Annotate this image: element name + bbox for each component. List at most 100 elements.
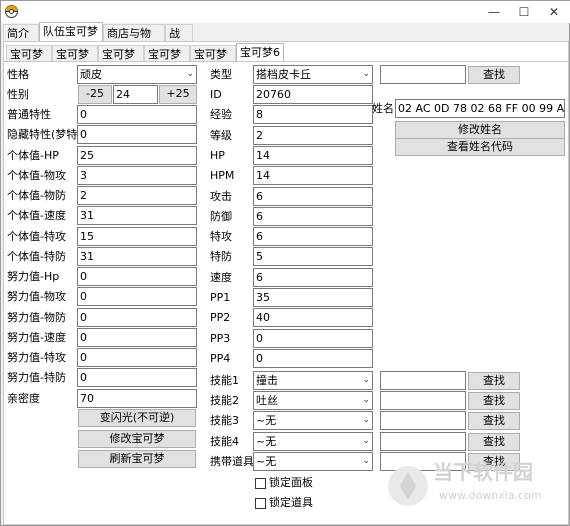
skill-select[interactable]: ~无 ⌄	[253, 411, 373, 430]
stat-value-field[interactable]: 0	[253, 349, 373, 368]
stat-value-field[interactable]: 35	[253, 288, 373, 307]
stat-value-field[interactable]: 0	[77, 267, 197, 286]
stat-value-field[interactable]: 14	[253, 146, 373, 165]
stat-value-field[interactable]: 14	[253, 166, 373, 185]
stat-label: 防御	[210, 210, 232, 223]
stat-value-field[interactable]: 6	[253, 227, 373, 246]
skill-search-field[interactable]	[380, 432, 466, 451]
skill-search-button[interactable]: 查找	[468, 433, 520, 451]
stat-value-field[interactable]: 6	[253, 207, 373, 226]
stat-value-field[interactable]: 25	[77, 146, 197, 165]
skill-select[interactable]: ~无 ⌄	[253, 432, 373, 451]
type-search-field[interactable]	[380, 65, 466, 84]
skill-search-field[interactable]	[380, 411, 466, 430]
stat-value-field[interactable]: 0	[77, 308, 197, 327]
refresh-pokemon-button[interactable]: 刷新宝可梦	[78, 450, 196, 468]
tab-shop-items[interactable]: 商店与物品	[103, 24, 165, 57]
stat-value-field[interactable]: 0	[77, 328, 197, 347]
chevron-down-icon: ⌄	[362, 415, 370, 425]
skill-search-button[interactable]: 查找	[468, 372, 520, 390]
stat-label: 特防	[210, 250, 232, 263]
skill-select-value: 撞击	[256, 374, 278, 387]
skill-search-field[interactable]	[380, 371, 466, 390]
lock-panel-checkbox[interactable]	[255, 478, 266, 489]
skill-select[interactable]: 撞击 ⌄	[253, 371, 373, 390]
lock-panel-label: 锁定面板	[269, 476, 313, 489]
tab-party-pokemon[interactable]: 队伍宝可梦	[39, 22, 103, 42]
stat-value-field[interactable]: 0	[77, 348, 197, 367]
skill-search-button[interactable]: 查找	[468, 392, 520, 410]
skill-label: 技能1	[210, 374, 239, 387]
stat-value-field[interactable]: 31	[77, 247, 197, 266]
stat-value-field[interactable]: 2	[77, 186, 197, 205]
watermark-text: 当下软件园	[433, 460, 533, 484]
stat-label: 努力值-速度	[7, 331, 66, 344]
stat-value-field[interactable]: 20760	[253, 85, 373, 104]
stat-value-field[interactable]: 0	[77, 287, 197, 306]
stat-value-field[interactable]: 8	[253, 105, 373, 124]
stat-value-field[interactable]: 3	[77, 166, 197, 185]
name-hex-field[interactable]: 02 AC 0D 78 02 68 FF 00 99 AC	[395, 99, 565, 118]
stat-label: ID	[210, 88, 222, 101]
stat-value-field[interactable]: 6	[253, 268, 373, 287]
stat-value-field[interactable]: 0	[77, 368, 197, 387]
gender-plus-button[interactable]: +25	[159, 85, 197, 104]
view-name-code-button[interactable]: 查看姓名代码	[395, 138, 565, 156]
make-shiny-button[interactable]: 变闪光(不可逆)	[78, 409, 196, 427]
stat-value-field[interactable]: 0	[77, 125, 197, 144]
tab-battle[interactable]: 战斗	[165, 24, 193, 57]
type-label: 类型	[210, 68, 232, 81]
lock-item-checkbox[interactable]	[255, 498, 266, 509]
stat-label: 努力值-物攻	[7, 290, 66, 303]
stat-label: 个体值-速度	[7, 209, 66, 222]
stat-label: 隐藏特性(梦特)	[7, 128, 82, 141]
skill-select[interactable]: ~无 ⌄	[253, 452, 373, 471]
skill-search-field[interactable]	[380, 391, 466, 410]
stat-label: 个体值-特攻	[7, 230, 66, 243]
stat-label: HP	[210, 149, 225, 162]
pokeball-app-icon	[5, 5, 18, 18]
stat-value-field[interactable]: 31	[77, 206, 197, 225]
skill-select[interactable]: 吐丝 ⌄	[253, 391, 373, 410]
stat-value-field[interactable]: 0	[253, 329, 373, 348]
stat-label: 努力值-物防	[7, 311, 66, 324]
stat-label: 普通特性	[7, 108, 51, 121]
close-button[interactable]: ✕	[539, 1, 569, 23]
type-select[interactable]: 搭档皮卡丘 ⌄	[253, 65, 373, 84]
stat-label: PP4	[210, 352, 231, 365]
lock-item-label: 锁定道具	[269, 496, 313, 509]
skill-label: 携带道具	[210, 455, 254, 468]
chevron-down-icon: ⌄	[362, 456, 370, 466]
stat-value-field[interactable]: 40	[253, 308, 373, 327]
app-window: — ☐ ✕ 简介 队伍宝可梦 商店与物品 战斗 宝可梦1 宝可梦2 宝可梦3 宝…	[0, 0, 570, 526]
name-label: 姓名	[372, 102, 394, 115]
skill-search-button[interactable]: 查找	[468, 412, 520, 430]
nature-select[interactable]: 顽皮 ⌄	[77, 65, 197, 84]
stat-value-field[interactable]: 5	[253, 247, 373, 266]
gender-value-field[interactable]: 24	[113, 85, 158, 104]
modify-pokemon-button[interactable]: 修改宝可梦	[78, 430, 196, 448]
chevron-down-icon: ⌄	[362, 69, 370, 79]
stat-label: 经验	[210, 108, 232, 121]
maximize-button[interactable]: ☐	[509, 1, 539, 23]
gender-minus-button[interactable]: -25	[78, 85, 112, 104]
skill-select-value: 吐丝	[256, 394, 278, 407]
stat-value-field[interactable]: 6	[253, 187, 373, 206]
gender-label: 性别	[7, 88, 29, 101]
skill-select-value: ~无	[256, 435, 277, 448]
stat-value-field[interactable]: 0	[77, 105, 197, 124]
rename-button[interactable]: 修改姓名	[395, 121, 565, 139]
stat-value-field[interactable]: 15	[77, 227, 197, 246]
chevron-down-icon: ⌄	[186, 69, 194, 79]
tab-intro[interactable]: 简介	[3, 24, 39, 42]
stat-value-field[interactable]: 70	[77, 389, 197, 408]
chevron-down-icon: ⌄	[362, 436, 370, 446]
type-search-button[interactable]: 查找	[468, 66, 520, 84]
minimize-button[interactable]: —	[479, 1, 509, 23]
stat-label: 个体值-HP	[7, 149, 59, 162]
stat-value-field[interactable]: 2	[253, 126, 373, 145]
title-bar: — ☐ ✕	[1, 1, 570, 23]
stat-label: 个体值-物防	[7, 189, 66, 202]
stat-label: PP2	[210, 311, 231, 324]
tab-pokemon-6[interactable]: 宝可梦6	[236, 43, 284, 63]
